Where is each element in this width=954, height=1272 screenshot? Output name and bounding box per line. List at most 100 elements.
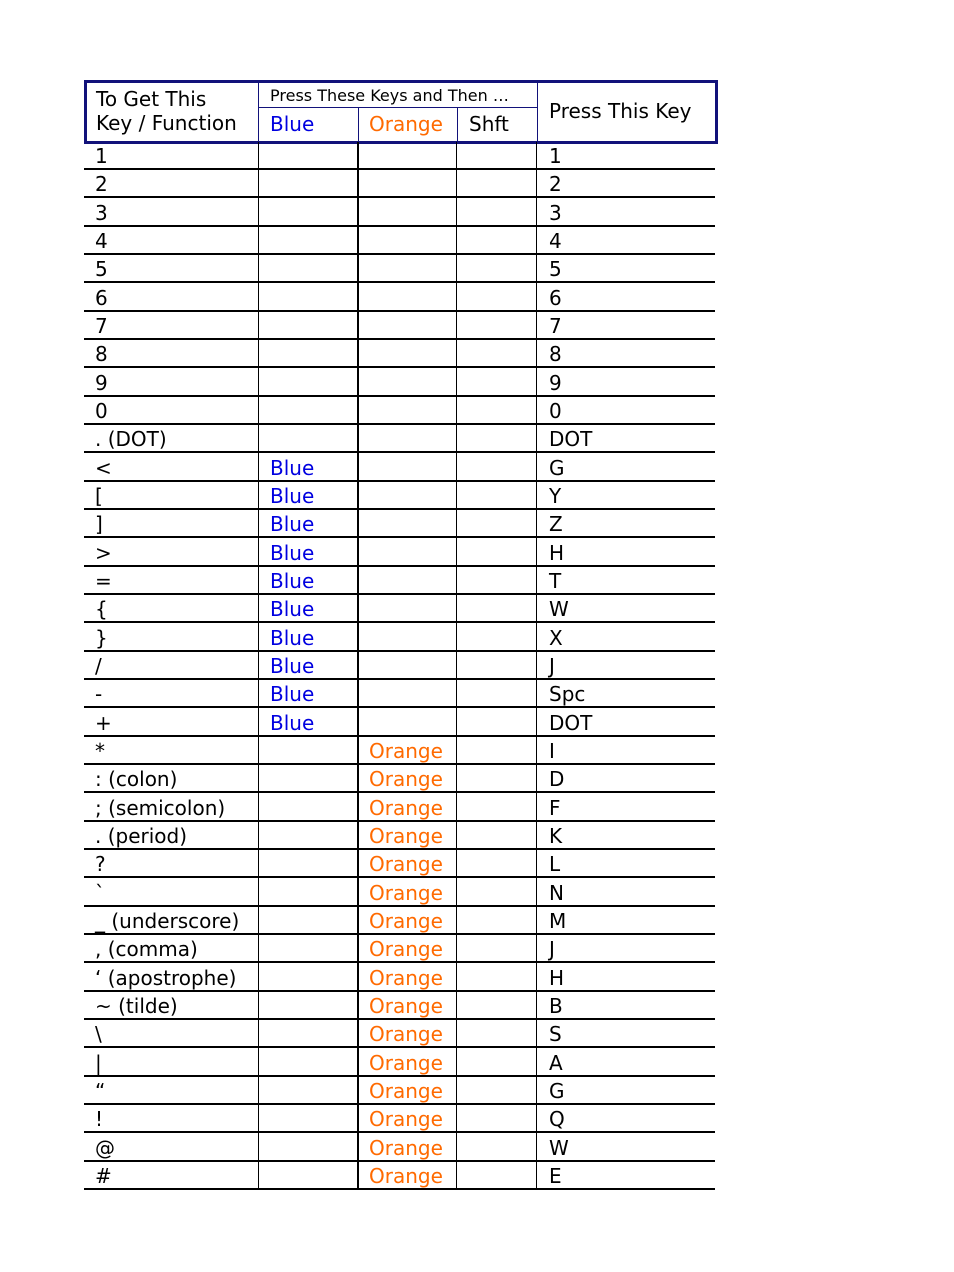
press-key-cell: 1: [549, 144, 562, 168]
press-key-cell: W: [549, 597, 569, 622]
orange-cell: Orange: [369, 1022, 443, 1047]
header-divider: [258, 83, 259, 141]
orange-cell: Orange: [369, 823, 443, 848]
key-cell: 8: [95, 342, 108, 367]
orange-cell: Orange: [369, 993, 443, 1018]
table-row: - Blue Spc: [84, 680, 715, 709]
header-blue: Blue: [270, 112, 315, 136]
press-key-cell: X: [549, 625, 563, 650]
table-row: \ Orange S: [84, 1020, 715, 1049]
press-key-cell: F: [549, 795, 561, 820]
blue-cell: Blue: [270, 710, 315, 735]
header-shift: Shft: [469, 112, 509, 136]
press-key-cell: I: [549, 738, 555, 763]
table-row: . (DOT) DOT: [84, 425, 715, 454]
orange-cell: Orange: [369, 937, 443, 962]
header-press-this-key: Press This Key: [549, 99, 692, 123]
key-cell: ?: [95, 852, 106, 877]
press-key-cell: A: [549, 1050, 563, 1075]
key-cell: _ (underscore): [95, 908, 240, 933]
table-row: _ (underscore) Orange M: [84, 907, 715, 935]
blue-cell: Blue: [270, 597, 315, 622]
key-cell: @: [95, 1135, 115, 1160]
table-row: ! Orange Q: [84, 1105, 715, 1134]
column-divider: [357, 142, 359, 1188]
key-cell: !: [95, 1107, 104, 1132]
press-key-cell: K: [549, 823, 563, 848]
key-cell: ; (semicolon): [95, 795, 226, 820]
press-key-cell: 7: [549, 313, 562, 338]
key-cell: <: [95, 455, 112, 480]
table-row: ; (semicolon) Orange F: [84, 794, 715, 822]
key-cell: /: [95, 653, 102, 678]
key-cell: 1: [95, 144, 108, 168]
press-key-cell: G: [549, 455, 565, 480]
header-orange: Orange: [369, 112, 443, 136]
blue-cell: Blue: [270, 625, 315, 650]
key-cell: }: [95, 625, 108, 650]
orange-cell: Orange: [369, 1107, 443, 1132]
key-cell: . (DOT): [95, 427, 167, 452]
table-row: , (comma) Orange J: [84, 935, 715, 964]
key-cell: *: [95, 738, 105, 763]
orange-cell: Orange: [369, 1078, 443, 1103]
blue-cell: Blue: [270, 653, 315, 678]
press-key-cell: W: [549, 1135, 569, 1160]
table-row: ] Blue Z: [84, 510, 715, 539]
key-cell: 2: [95, 172, 108, 197]
table-row: 11: [84, 142, 715, 170]
key-cell: . (period): [95, 823, 188, 848]
table-row: 99: [84, 369, 715, 397]
key-cell: -: [95, 682, 103, 707]
blue-cell: Blue: [270, 455, 315, 480]
table-header: To Get This Key / Function Press These K…: [84, 80, 718, 144]
blue-cell: Blue: [270, 483, 315, 508]
key-cell: `: [95, 880, 105, 905]
press-key-cell: Y: [549, 483, 562, 508]
orange-cell: Orange: [369, 908, 443, 933]
header-key-function-line2: Key / Function: [96, 111, 237, 135]
table-row: 22: [84, 170, 715, 199]
key-cell: 9: [95, 370, 108, 395]
column-divider: [456, 142, 457, 1188]
header-key-function-line1: To Get This: [96, 87, 207, 111]
table-row: 33: [84, 199, 715, 227]
table-row: < Blue G: [84, 454, 715, 482]
table-row: + Blue DOT: [84, 709, 715, 737]
press-key-cell: J: [549, 653, 555, 678]
table-row: 66: [84, 284, 715, 312]
table-row: . (period) Orange K: [84, 822, 715, 850]
key-cell: \: [95, 1022, 102, 1047]
header-divider: [457, 107, 458, 141]
key-cell: 5: [95, 257, 108, 282]
orange-cell: Orange: [369, 880, 443, 905]
key-cell: #: [95, 1163, 112, 1188]
table-row: = Blue T: [84, 567, 715, 595]
press-key-cell: T: [549, 568, 562, 593]
header-divider: [258, 107, 537, 108]
key-cell: ]: [95, 512, 103, 537]
header-key-function: To Get This Key / Function: [96, 87, 237, 135]
table-row: ` Orange N: [84, 879, 715, 907]
orange-cell: Orange: [369, 1135, 443, 1160]
blue-cell: Blue: [270, 568, 315, 593]
table-row: / Blue J: [84, 652, 715, 680]
key-cell: {: [95, 597, 108, 622]
table-row: 55: [84, 255, 715, 284]
blue-cell: Blue: [270, 540, 315, 565]
press-key-cell: J: [549, 937, 555, 962]
table-row: } Blue X: [84, 624, 715, 652]
table-row: 88: [84, 340, 715, 369]
table-row: { Blue W: [84, 595, 715, 624]
press-key-cell: 6: [549, 285, 562, 310]
press-key-cell: 9: [549, 370, 562, 395]
key-cell: ~ (tilde): [95, 993, 178, 1018]
table-row: @ Orange W: [84, 1134, 715, 1162]
orange-cell: Orange: [369, 795, 443, 820]
table-row: [Blue Y: [84, 482, 715, 510]
key-cell: 3: [95, 200, 108, 225]
orange-cell: Orange: [369, 1163, 443, 1188]
header-divider: [537, 83, 538, 141]
press-key-cell: E: [549, 1163, 562, 1188]
table-row: 44: [84, 227, 715, 255]
